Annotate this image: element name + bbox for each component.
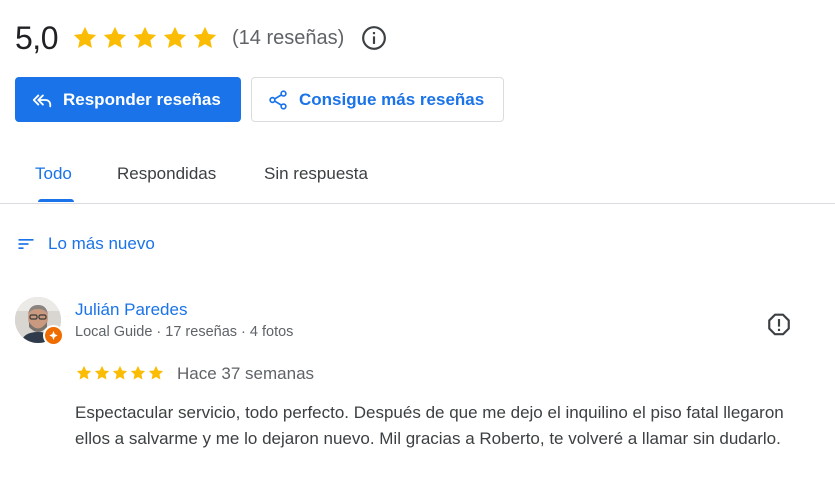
star-icon <box>103 26 127 49</box>
reviewer-name[interactable]: Julián Paredes <box>75 300 187 320</box>
review-count: (14 reseñas) <box>231 26 345 49</box>
sort-button[interactable]: Lo más nuevo <box>16 234 155 254</box>
review-stars <box>75 364 165 382</box>
review-actions: Responder reseñas Consigue más reseñas <box>15 77 504 122</box>
star-icon <box>76 365 92 380</box>
star-icon <box>163 26 187 49</box>
review-tabs: Todo Respondidas Sin respuesta <box>0 146 835 204</box>
tab-answered[interactable]: Respondidas <box>117 146 216 202</box>
star-icon <box>193 26 217 49</box>
tab-unanswered[interactable]: Sin respuesta <box>264 146 368 202</box>
star-icon <box>148 365 164 380</box>
local-guide-icon <box>49 330 58 341</box>
star-icon <box>94 365 110 380</box>
review-text: Espectacular servicio, todo perfecto. De… <box>75 403 784 448</box>
report-icon <box>768 313 790 336</box>
active-tab-indicator <box>38 199 74 202</box>
star-icon <box>133 26 157 49</box>
report-review-button[interactable] <box>766 312 792 338</box>
local-guide-badge <box>43 325 64 346</box>
star-icon <box>130 365 146 380</box>
rating-summary: 5,0 (14 reseñas) <box>15 18 387 58</box>
reviews-panel: 5,0 (14 reseñas) Responder reseñas Consi… <box>0 0 835 497</box>
tab-all[interactable]: Todo <box>35 146 72 202</box>
sort-icon <box>18 239 34 249</box>
share-icon <box>269 89 287 110</box>
info-button[interactable] <box>361 25 387 51</box>
reviewer-meta: Local Guide · 17 reseñas · 4 fotos <box>75 324 294 340</box>
get-more-reviews-label: Consigue más reseñas <box>299 89 485 109</box>
rating-stars <box>71 24 219 52</box>
sort-label: Lo más nuevo <box>48 234 155 253</box>
review-time: Hace 37 semanas <box>177 364 315 383</box>
reply-all-icon <box>32 94 52 107</box>
info-icon <box>362 26 387 50</box>
star-icon <box>73 26 97 49</box>
reply-reviews-label: Responder reseñas <box>63 89 221 109</box>
get-more-reviews-button[interactable]: Consigue más reseñas <box>251 77 504 122</box>
reply-reviews-button[interactable]: Responder reseñas <box>15 77 241 122</box>
star-icon <box>112 365 128 380</box>
rating-value: 5,0 <box>15 19 58 56</box>
